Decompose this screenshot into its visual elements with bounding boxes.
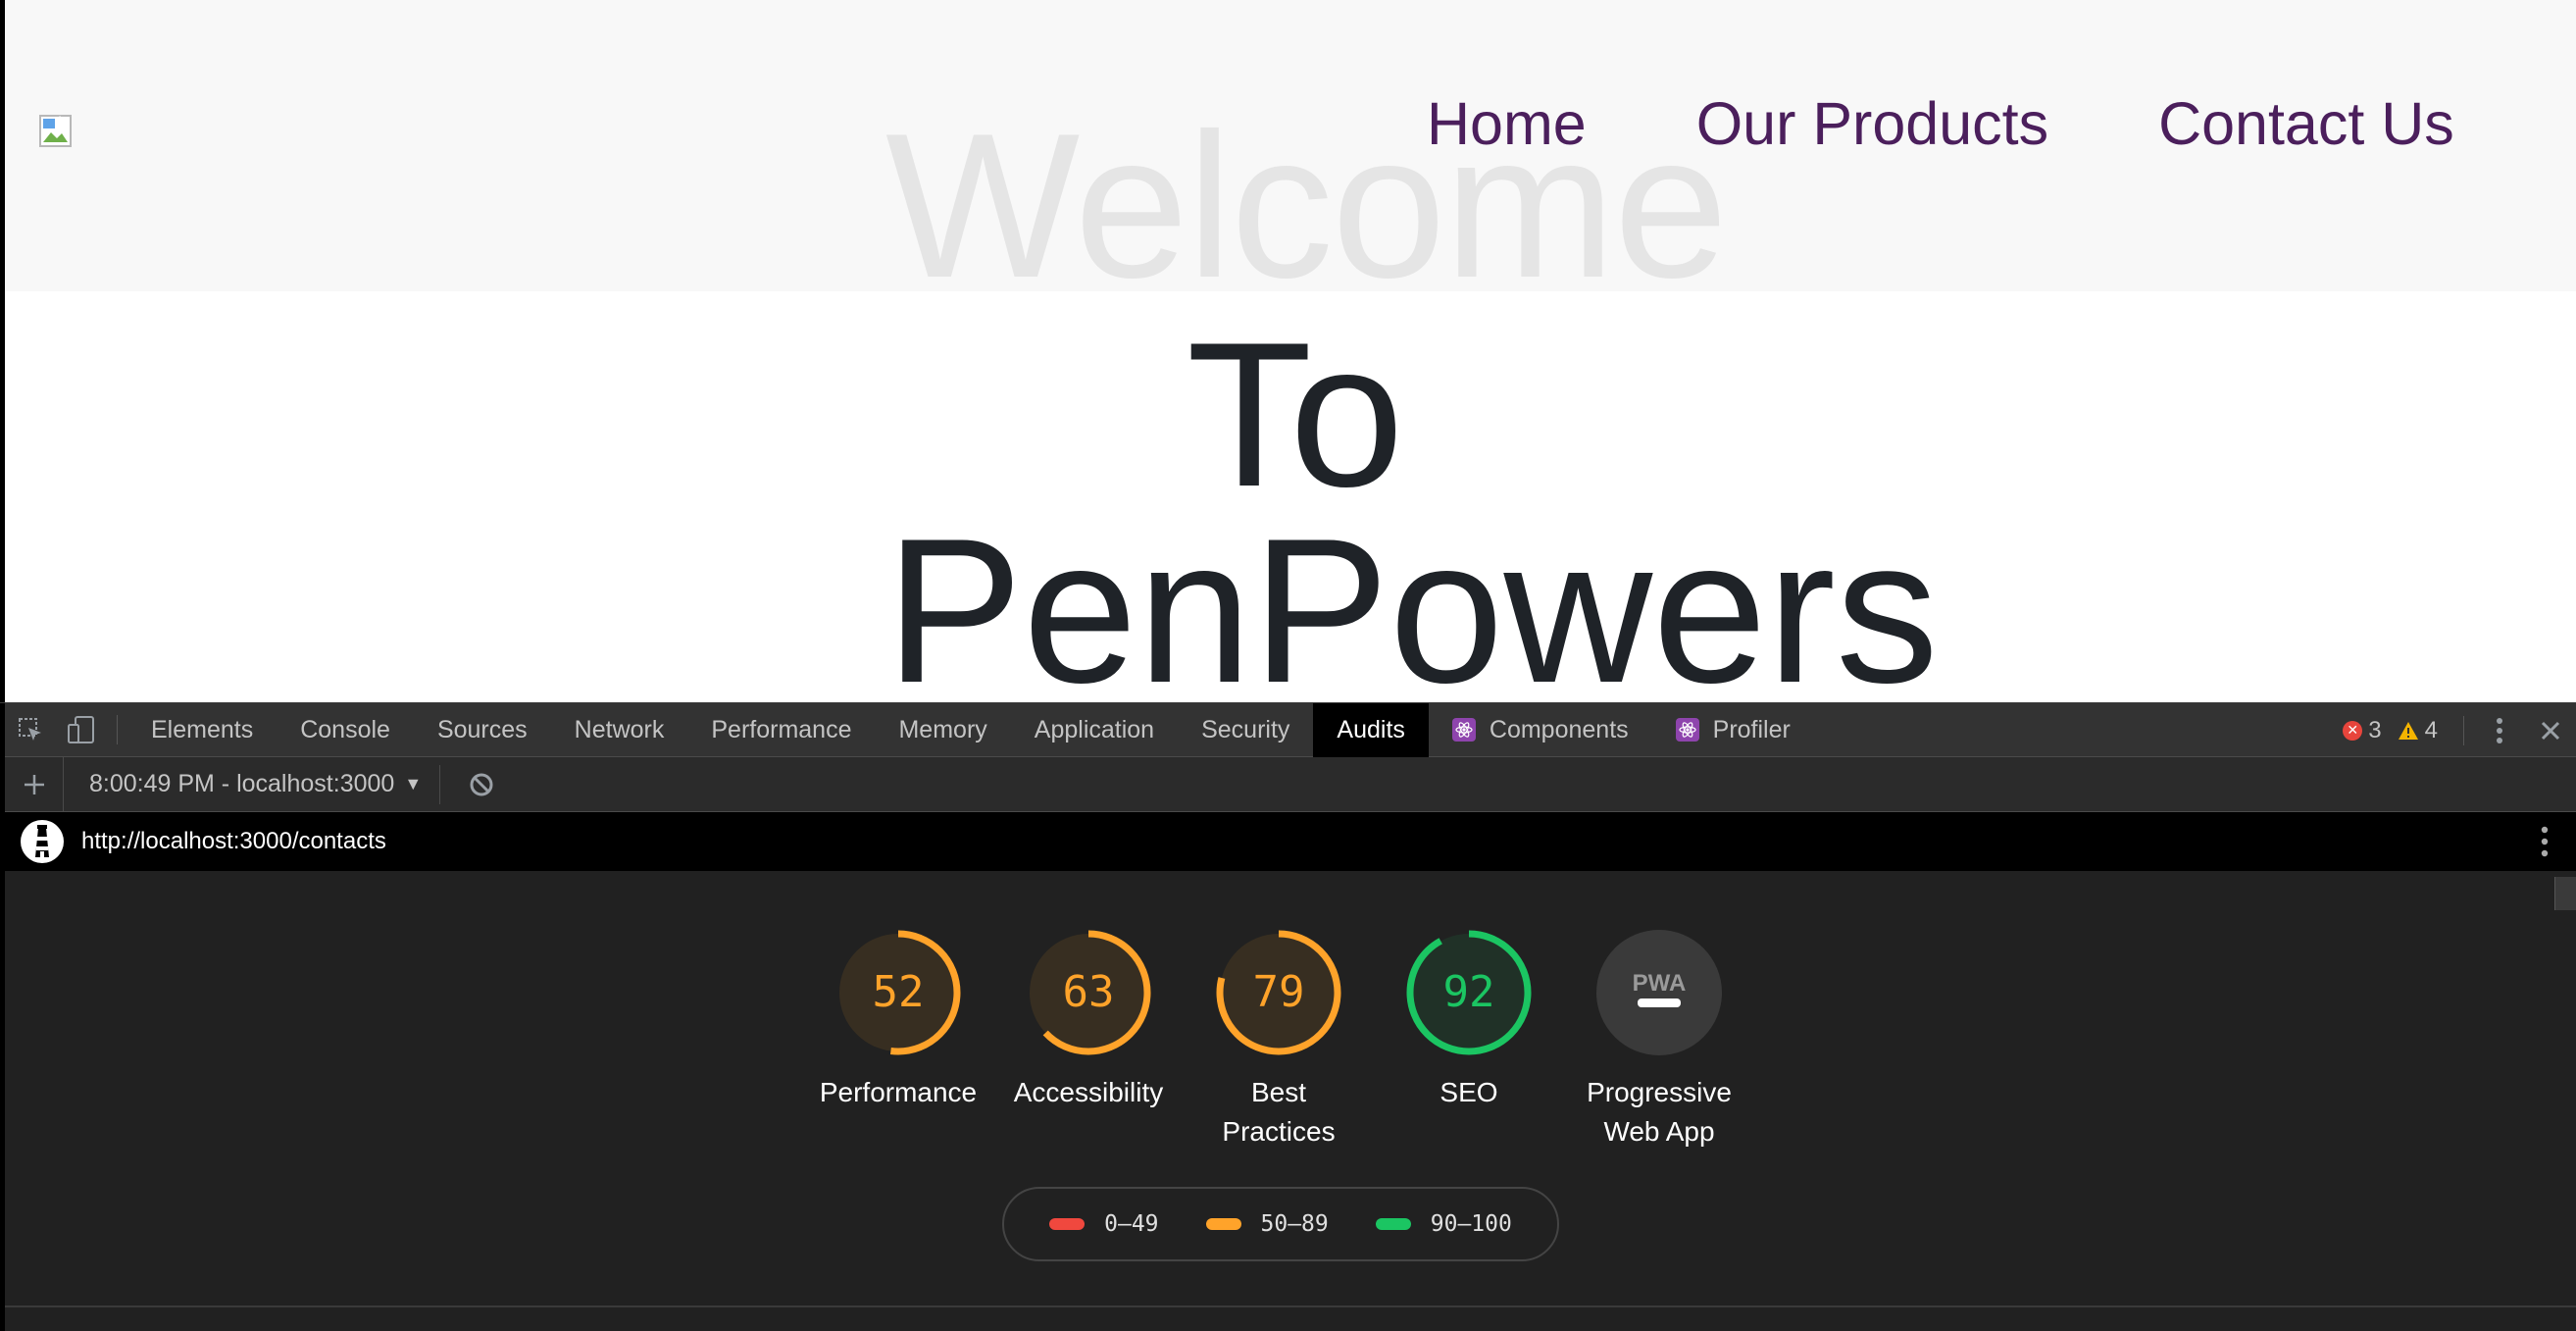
hero-heading-to: To [1187, 299, 1404, 530]
warning-count: 4 [2424, 716, 2438, 743]
website-viewport: Home Our Products Contact Us Welcome To … [0, 0, 2576, 702]
warning-counter[interactable]: 4 [2398, 717, 2438, 744]
gauge-label: SEO [1440, 1077, 1498, 1107]
tab-components-label: Components [1489, 715, 1629, 743]
report-url: http://localhost:3000/contacts [81, 828, 386, 854]
gauge-performance[interactable]: 52 Performance [800, 930, 996, 1112]
gauge-score: 63 [1062, 967, 1115, 1017]
pwa-dash [1638, 998, 1681, 1007]
report-selector[interactable]: 8:00:49 PM - localhost:3000 ▼ [64, 770, 439, 798]
gauge-score: 92 [1442, 967, 1495, 1017]
tab-elements[interactable]: Elements [127, 703, 277, 757]
device-toolbar-icon[interactable] [56, 703, 107, 757]
react-icon [1675, 718, 1699, 742]
tab-performance[interactable]: Performance [687, 703, 875, 757]
toolbar-divider [2463, 715, 2464, 745]
gauge-label: Best Practices [1222, 1077, 1336, 1147]
report-selector-value: 8:00:49 PM - localhost:3000 [89, 770, 395, 797]
devtools-panel: Elements Console Sources Network Perform… [0, 702, 2576, 1331]
gauge-label: Progressive Web App [1587, 1077, 1732, 1147]
legend-range: 0–49 [1104, 1211, 1159, 1237]
report-url-bar: http://localhost:3000/contacts [5, 812, 2576, 871]
legend-range: 90–100 [1430, 1211, 1512, 1237]
pwa-badge-text: PWA [1633, 970, 1687, 997]
section-divider [5, 1305, 2576, 1307]
error-count: 3 [2368, 716, 2382, 743]
gauge-accessibility[interactable]: 63 Accessibility [990, 930, 1187, 1112]
tab-components[interactable]: Components [1429, 703, 1652, 757]
scrollbar[interactable] [2554, 877, 2576, 910]
legend-swatch [1205, 1218, 1241, 1230]
react-icon [1451, 718, 1476, 742]
legend-swatch [1375, 1218, 1411, 1230]
tab-audits[interactable]: Audits [1313, 703, 1429, 757]
legend-range: 50–89 [1260, 1211, 1329, 1237]
chevron-down-icon: ▼ [404, 774, 423, 793]
legend-item-pass: 90–100 [1375, 1211, 1512, 1237]
tab-security[interactable]: Security [1178, 703, 1313, 757]
tab-console[interactable]: Console [277, 703, 414, 757]
devtools-tab-bar: Elements Console Sources Network Perform… [5, 703, 2576, 757]
error-icon: ✕ [2343, 720, 2363, 741]
hero-heading-brand: PenPowers [885, 495, 1939, 703]
legend-swatch [1049, 1218, 1086, 1230]
gauge-best-practices[interactable]: 79 Best Practices [1181, 930, 1377, 1152]
audit-report: 52 Performance 63 Accessibility 79 Best … [5, 871, 2576, 1331]
nav-link-our-products[interactable]: Our Products [1696, 94, 2048, 154]
window-edge [0, 703, 5, 1331]
tab-profiler[interactable]: Profiler [1652, 703, 1814, 757]
tab-application[interactable]: Application [1011, 703, 1178, 757]
more-options-icon[interactable] [2474, 703, 2525, 757]
tab-memory[interactable]: Memory [875, 703, 1010, 757]
gauge-score: 79 [1252, 967, 1305, 1017]
clear-icon [470, 773, 493, 795]
gauge-pwa[interactable]: PWA Progressive Web App [1561, 930, 1757, 1152]
legend-item-average: 50–89 [1205, 1211, 1329, 1237]
broken-image-icon[interactable] [39, 115, 72, 147]
toolbar-divider [117, 715, 118, 744]
gauge-label: Performance [819, 1077, 978, 1107]
new-audit-button[interactable] [5, 756, 64, 812]
report-menu-icon[interactable] [2541, 826, 2549, 862]
legend-item-fail: 0–49 [1049, 1211, 1159, 1237]
devtools-status-area: ✕ 3 4 [2343, 703, 2576, 757]
tab-sources[interactable]: Sources [414, 703, 551, 757]
hero-heading-welcome: Welcome [885, 90, 1728, 321]
pwa-badge: PWA [1596, 930, 1722, 1055]
score-legend: 0–49 50–89 90–100 [1002, 1187, 1559, 1261]
gauge-score: 52 [872, 967, 925, 1017]
nav-link-contact-us[interactable]: Contact Us [2158, 94, 2454, 154]
close-icon[interactable] [2525, 703, 2576, 757]
error-counter[interactable]: ✕ 3 [2343, 716, 2382, 744]
tab-network[interactable]: Network [551, 703, 688, 757]
gauge-seo[interactable]: 92 SEO [1371, 930, 1567, 1112]
inspect-element-icon[interactable] [5, 703, 56, 757]
tab-profiler-label: Profiler [1712, 715, 1791, 743]
lighthouse-icon [21, 820, 64, 863]
plus-icon [24, 774, 44, 794]
gauge-label: Accessibility [1013, 1077, 1164, 1107]
warning-icon [2398, 721, 2418, 740]
clear-reports-button[interactable] [439, 764, 502, 804]
audits-toolbar: 8:00:49 PM - localhost:3000 ▼ [5, 756, 2576, 812]
